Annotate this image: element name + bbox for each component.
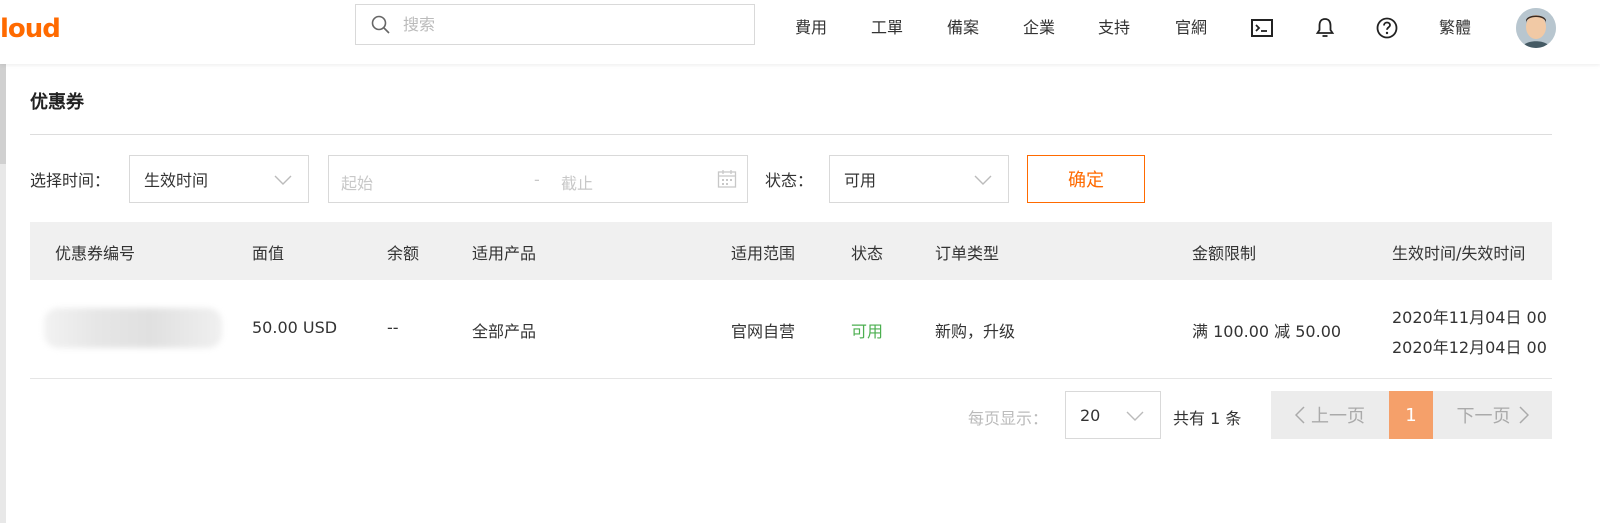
next-page-label: 下一页 <box>1456 406 1511 427</box>
column-header: 优惠券编号 <box>55 244 136 263</box>
end-date-input[interactable]: 截止 <box>561 170 593 194</box>
amount-limit-cell: 满 100.00 减 50.00 <box>1192 322 1342 341</box>
prev-page-button[interactable]: 上一页 <box>1271 391 1389 439</box>
table-header: 优惠券编号 面值 余额 适用产品 适用范围 状态 订单类型 金额限制 生效时间/… <box>30 222 1552 280</box>
end-time-cell: 2020年12月04日 00 <box>1392 338 1547 357</box>
chevron-down-icon <box>274 170 292 189</box>
top-nav: 費用 工單 備案 企業 支持 官網 繁體 <box>0 15 1600 41</box>
top-bar: loud 費用 工單 備案 企業 支持 官網 繁體 <box>0 0 1600 64</box>
status-select[interactable]: 可用 <box>829 155 1009 203</box>
per-page-select[interactable]: 20 <box>1065 391 1161 439</box>
coupon-id-redacted <box>44 308 222 348</box>
face-value-cell: 50.00 USD <box>252 318 338 337</box>
terminal-icon[interactable] <box>1250 16 1274 40</box>
language-switch[interactable]: 繁體 <box>1439 15 1471 41</box>
start-date-input[interactable]: 起始 <box>341 170 373 194</box>
page-number-current[interactable]: 1 <box>1389 391 1433 439</box>
column-header: 适用范围 <box>731 244 796 263</box>
date-range-picker[interactable]: 起始 - 截止 <box>328 155 748 203</box>
next-page-button[interactable]: 下一页 <box>1433 391 1552 439</box>
time-type-select[interactable]: 生效时间 <box>129 155 309 203</box>
column-header: 生效时间/失效时间 <box>1392 244 1526 263</box>
chevron-down-icon <box>1126 406 1144 425</box>
column-header: 面值 <box>252 244 285 263</box>
range-separator: - <box>534 170 540 189</box>
avatar[interactable] <box>1516 8 1556 48</box>
total-count: 共有 1 条 <box>1173 409 1242 428</box>
confirm-button[interactable]: 确定 <box>1027 155 1145 203</box>
balance-cell: -- <box>387 318 399 337</box>
column-header: 状态 <box>851 244 884 263</box>
prev-page-label: 上一页 <box>1311 406 1365 427</box>
column-header: 余额 <box>387 244 420 263</box>
title-divider <box>30 134 1552 135</box>
nav-tickets[interactable]: 工單 <box>871 15 903 41</box>
chevron-down-icon <box>974 170 992 189</box>
scope-cell: 官网自营 <box>731 322 796 341</box>
per-page-value: 20 <box>1080 405 1101 425</box>
page-title: 优惠券 <box>30 92 84 113</box>
nav-enterprise[interactable]: 企業 <box>1023 15 1055 41</box>
left-scroll-thumb[interactable] <box>0 64 6 164</box>
nav-filing[interactable]: 備案 <box>947 15 979 41</box>
order-type-cell: 新购，升级 <box>935 322 1016 341</box>
products-cell: 全部产品 <box>472 322 537 341</box>
start-time-cell: 2020年11月04日 00 <box>1392 308 1547 327</box>
per-page-label: 每页显示： <box>968 409 1049 428</box>
help-icon[interactable] <box>1375 16 1399 40</box>
status-select-value: 可用 <box>844 171 877 190</box>
nav-official-site[interactable]: 官網 <box>1175 15 1207 41</box>
time-type-value: 生效时间 <box>144 171 209 190</box>
nav-fees[interactable]: 費用 <box>795 15 827 41</box>
table-row: 50.00 USD -- 全部产品 官网自营 可用 新购，升级 满 100.00… <box>30 280 1552 379</box>
bell-icon[interactable] <box>1313 16 1337 40</box>
nav-support[interactable]: 支持 <box>1098 15 1130 41</box>
column-header: 金额限制 <box>1192 244 1257 263</box>
column-header: 订单类型 <box>935 244 1000 263</box>
chevron-left-icon <box>1295 406 1305 424</box>
column-header: 适用产品 <box>472 244 537 263</box>
status-cell: 可用 <box>851 322 884 341</box>
status-filter-label: 状态： <box>765 171 814 190</box>
calendar-icon[interactable] <box>717 169 737 193</box>
time-filter-label: 选择时间： <box>30 171 111 190</box>
chevron-right-icon <box>1518 406 1529 424</box>
